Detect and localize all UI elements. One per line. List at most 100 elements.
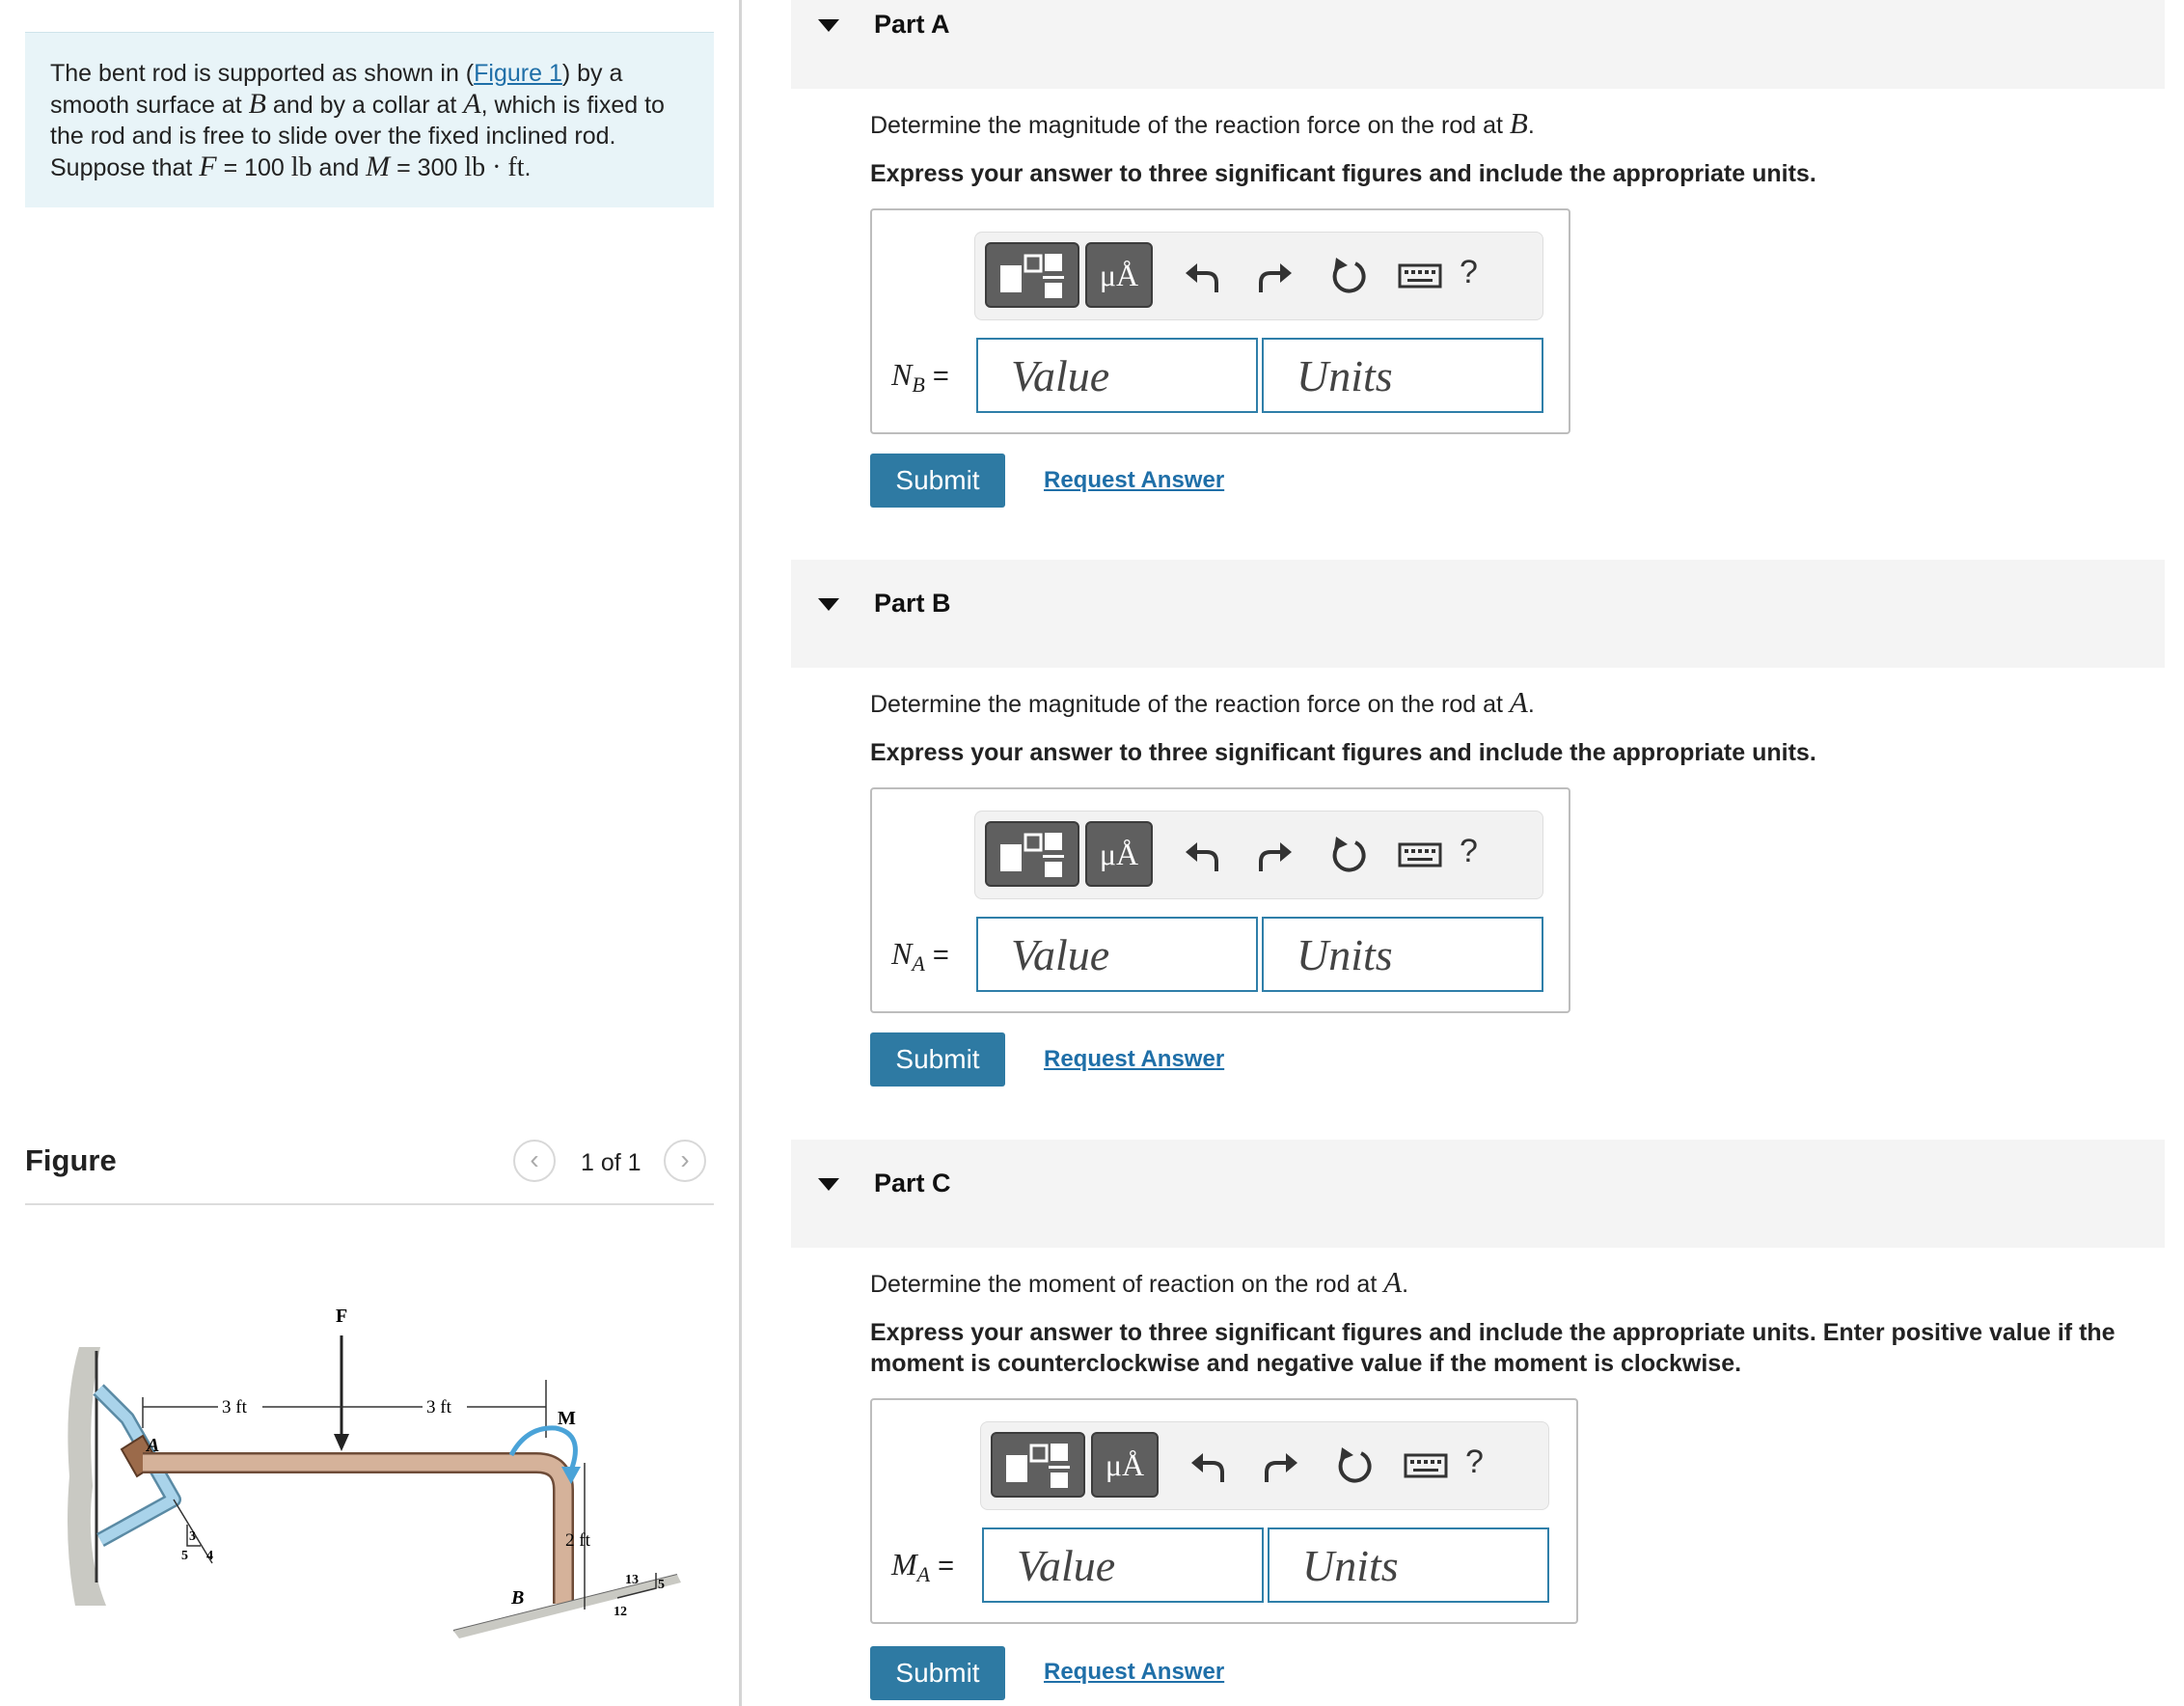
part-a-var-label: NB = [891,357,949,398]
part-b-units-input[interactable] [1262,917,1543,992]
question-end: . [1402,1271,1409,1298]
var-symbol: N [891,357,913,392]
undo-icon[interactable] [1180,254,1224,298]
figure-next-button[interactable]: › [664,1140,706,1182]
figure-counter: 1 of 1 [581,1149,642,1176]
chevron-left-icon: ‹ [530,1144,539,1174]
part-a-request-answer-link[interactable]: Request Answer [1044,467,1224,494]
units-button[interactable]: μÅ [1091,1432,1159,1498]
part-c-var-label: MA = [891,1547,954,1587]
part-b-request-answer-link[interactable]: Request Answer [1044,1046,1224,1073]
problem-text-3: and by a collar at [265,92,464,119]
var-A: A [463,88,481,120]
part-c-submit-button[interactable]: Submit [870,1646,1005,1700]
part-c-instruction: Express your answer to three significant… [870,1319,2116,1377]
reset-icon[interactable] [1332,1444,1377,1488]
templates-icon [1000,254,1064,298]
slope-13: 13 [625,1573,639,1587]
help-icon[interactable]: ? [1460,833,1478,870]
question-end: . [1527,112,1535,139]
part-c-units-input[interactable] [1268,1527,1549,1603]
part-c-answer-box: μÅ ? MA = [870,1398,1578,1624]
figure-link[interactable]: Figure 1 [474,60,562,87]
caret-down-icon[interactable] [818,19,839,32]
undo-icon[interactable] [1186,1444,1230,1488]
question-end: . [1527,691,1535,718]
figure-header: Figure ‹ 1 of 1 › [25,1134,714,1205]
units-icon: μÅ [1099,258,1139,292]
question-text: Determine the moment of reaction on the … [870,1271,1384,1298]
question-var: A [1509,685,1528,719]
figure-title: Figure [25,1143,117,1177]
caret-down-icon[interactable] [818,598,839,611]
keyboard-icon[interactable] [1402,1444,1450,1488]
part-c-question: Determine the moment of reaction on the … [870,1265,1408,1300]
problem-eq-2: = 300 [390,154,465,181]
part-a-question: Determine the magnitude of the reaction … [870,106,1535,141]
var-subscript: A [916,1561,931,1586]
figure-prev-button[interactable]: ‹ [513,1140,556,1182]
slope-4: 4 [206,1549,213,1563]
part-b-instruction: Express your answer to three significant… [870,739,1816,766]
part-b-header[interactable]: Part B [791,560,2165,668]
units-button[interactable]: μÅ [1085,242,1153,308]
undo-icon[interactable] [1180,833,1224,877]
templates-icon [1006,1444,1070,1488]
problem-text-1: The bent rod is supported as shown in ( [50,60,475,87]
part-c-header[interactable]: Part C [791,1140,2165,1248]
part-a-value-input[interactable] [976,338,1258,413]
templates-button[interactable] [985,242,1079,308]
label-F: F [336,1306,347,1327]
dim-label-2: 3 ft [426,1397,452,1417]
slope-5: 5 [181,1549,188,1563]
question-var: B [1509,106,1528,140]
part-c-value-input[interactable] [982,1527,1264,1603]
bent-rod-outline [143,1452,574,1604]
problem-statement: The bent rod is supported as shown in (F… [25,32,714,207]
dim-label-3: 2 ft [565,1530,591,1551]
keyboard-icon[interactable] [1396,833,1444,877]
units-button[interactable]: μÅ [1085,821,1153,887]
part-a-submit-button[interactable]: Submit [870,454,1005,508]
var-M: M [366,151,391,182]
part-a-header[interactable]: Part A [791,0,2165,89]
redo-icon[interactable] [1253,833,1297,877]
part-c-request-answer-link[interactable]: Request Answer [1044,1659,1224,1686]
part-a-title: Part A [874,10,950,39]
part-a-units-input[interactable] [1262,338,1543,413]
help-icon[interactable]: ? [1460,254,1478,291]
help-icon[interactable]: ? [1465,1444,1484,1481]
redo-icon[interactable] [1253,254,1297,298]
var-subscript: B [912,371,925,397]
part-b-value-input[interactable] [976,917,1258,992]
math-toolbar: μÅ ? [974,232,1543,320]
part-b-var-label: NA = [891,936,949,977]
equals-sign: = [930,1551,955,1582]
keyboard-icon[interactable] [1396,254,1444,298]
part-b-question: Determine the magnitude of the reaction … [870,685,1535,720]
units-icon: μÅ [1099,837,1139,871]
part-b-submit-button[interactable]: Submit [870,1032,1005,1087]
reset-icon[interactable] [1326,254,1371,298]
left-panel: The bent rod is supported as shown in (F… [0,0,739,1706]
force-F-head [334,1434,349,1451]
chevron-right-icon: › [680,1144,690,1174]
column-divider [739,0,742,1706]
templates-button[interactable] [985,821,1079,887]
question-text: Determine the magnitude of the reaction … [870,112,1510,139]
caret-down-icon[interactable] [818,1178,839,1191]
label-B: B [510,1587,524,1609]
var-F: F [199,151,217,182]
wall-hatch [68,1347,106,1606]
bent-rod [143,1454,572,1604]
unit-lb: lb [290,152,313,182]
question-var: A [1383,1265,1403,1299]
templates-button[interactable] [991,1432,1085,1498]
part-c-title: Part C [874,1169,951,1197]
equals-sign: = [924,940,949,971]
reset-icon[interactable] [1326,833,1371,877]
redo-icon[interactable] [1259,1444,1303,1488]
part-a-instruction: Express your answer to three significant… [870,160,1816,187]
equals-sign: = [924,361,949,392]
var-symbol: N [891,936,913,971]
